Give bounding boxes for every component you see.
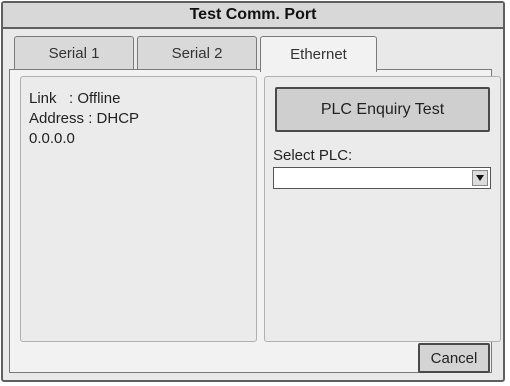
window-title: Test Comm. Port — [3, 3, 503, 29]
tab-serial-1[interactable]: Serial 1 — [14, 36, 134, 70]
tab-ethernet[interactable]: Ethernet — [260, 36, 377, 72]
select-plc-label: Select PLC: — [273, 147, 353, 164]
tab-serial-2-label: Serial 2 — [171, 45, 223, 62]
tab-serial-2[interactable]: Serial 2 — [137, 36, 257, 70]
cancel-button[interactable]: Cancel — [418, 343, 490, 373]
select-plc-dropdown[interactable] — [273, 167, 491, 189]
address-mode: Address : DHCP — [29, 110, 140, 127]
link-status: Link : Offline — [29, 90, 121, 107]
plc-test-panel: PLC Enquiry Test Select PLC: — [264, 76, 501, 342]
connection-info-panel: Link : Offline Address : DHCP 0.0.0.0 — [20, 76, 257, 342]
tab-serial-1-label: Serial 1 — [48, 45, 100, 62]
plc-enquiry-test-button[interactable]: PLC Enquiry Test — [275, 87, 490, 132]
tab-ethernet-label: Ethernet — [290, 46, 347, 63]
ip-address: 0.0.0.0 — [29, 130, 75, 147]
chevron-down-icon[interactable] — [472, 170, 488, 186]
